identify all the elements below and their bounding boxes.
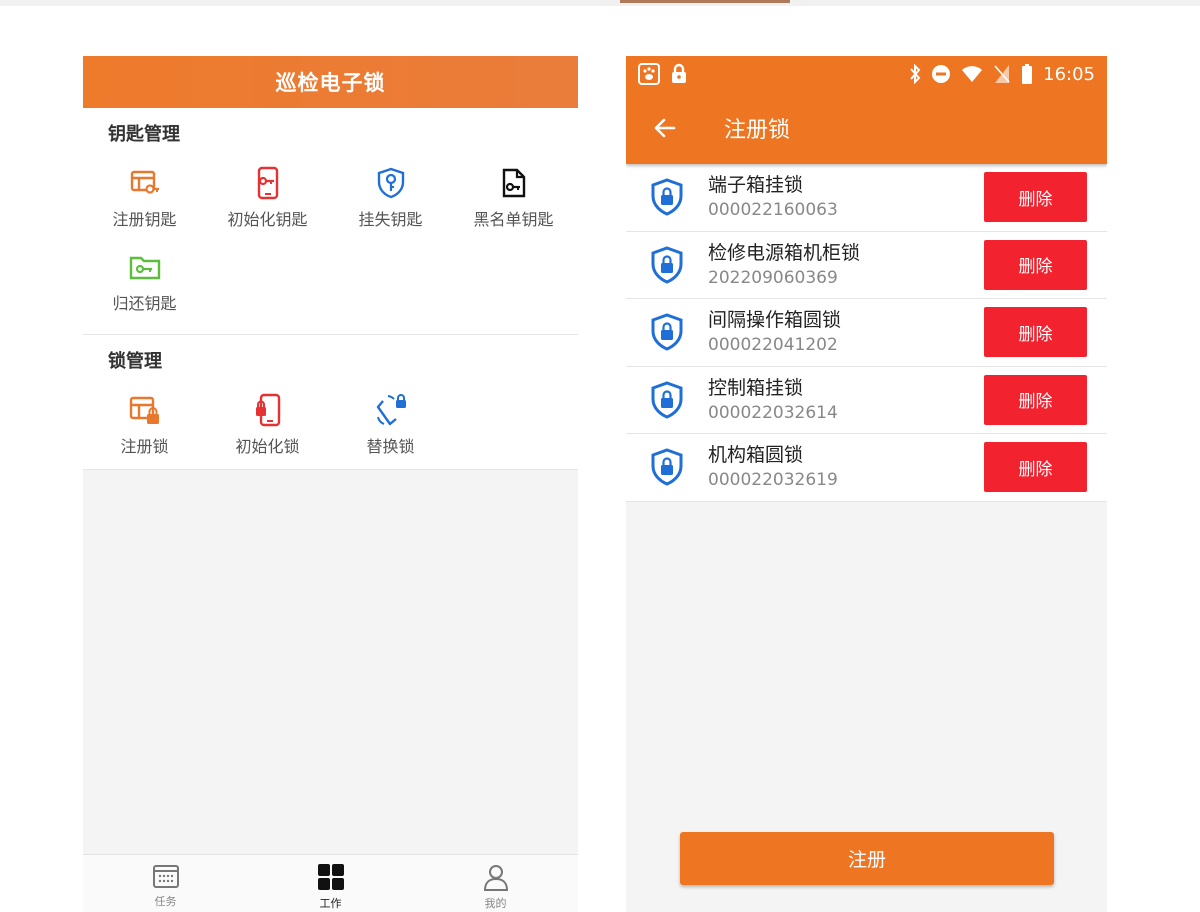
lock-name: 检修电源箱机柜锁 <box>708 241 861 264</box>
do-not-disturb-icon <box>932 65 951 83</box>
lock-status-icon <box>672 63 686 83</box>
register-button[interactable]: 注册 <box>680 832 1054 885</box>
tab-mine-label: 我的 <box>484 897 507 910</box>
section-title-keys: 钥匙管理 <box>108 124 180 145</box>
shield-lock-icon <box>651 448 683 486</box>
register-lock-screen: 16:05 注册锁 端子箱挂锁 000022160063 删除 检修电源箱机柜锁… <box>626 56 1107 912</box>
app-header: 巡检电子锁 <box>83 56 578 108</box>
list-item: 端子箱挂锁 000022160063 删除 <box>626 164 1107 232</box>
user-icon <box>483 865 508 891</box>
lock-name: 端子箱挂锁 <box>708 174 804 197</box>
register-key-icon <box>128 166 162 200</box>
arrow-left-icon <box>654 118 676 138</box>
section-divider <box>83 469 578 470</box>
blacklist-key-icon <box>497 166 531 200</box>
register-lock-item[interactable]: 注册锁 <box>83 385 206 469</box>
return-key-label: 归还钥匙 <box>112 294 177 313</box>
lock-code: 202209060369 <box>708 267 838 288</box>
lock-name: 控制箱挂锁 <box>708 376 804 399</box>
replace-lock-item[interactable]: 替换锁 <box>329 385 452 469</box>
lock-grid: 注册锁 初始化锁 替换锁 <box>83 385 578 469</box>
delete-button[interactable]: 删除 <box>984 442 1087 493</box>
calendar-icon <box>152 865 179 888</box>
section-title-locks: 锁管理 <box>108 351 162 372</box>
battery-icon <box>1022 64 1033 84</box>
init-key-icon <box>251 166 285 200</box>
blacklist-key-item[interactable]: 黑名单钥匙 <box>452 158 575 242</box>
register-key-label: 注册钥匙 <box>112 210 177 229</box>
app-title: 巡检电子锁 <box>275 71 386 95</box>
return-key-icon <box>128 250 162 284</box>
list-item: 控制箱挂锁 000022032614 删除 <box>626 367 1107 434</box>
register-lock-icon <box>128 393 162 427</box>
list-item: 间隔操作箱圆锁 000022041202 删除 <box>626 299 1107 367</box>
lock-info: 机构箱圆锁 000022032619 <box>708 442 984 492</box>
tab-tasks[interactable]: 任务 <box>83 855 248 912</box>
lock-code: 000022032614 <box>708 402 838 423</box>
shield-lock-icon <box>651 313 683 351</box>
shield-lock-icon <box>651 381 683 419</box>
bottom-tabbar: 任务 工作 我的 <box>83 854 578 912</box>
bluetooth-icon <box>910 64 921 84</box>
init-key-item[interactable]: 初始化钥匙 <box>206 158 329 242</box>
tab-work[interactable]: 工作 <box>248 855 413 912</box>
init-key-label: 初始化钥匙 <box>227 210 308 229</box>
status-bar: 16:05 <box>626 56 1107 92</box>
status-time: 16:05 <box>1043 63 1095 85</box>
init-lock-icon <box>251 393 285 427</box>
list-item: 检修电源箱机柜锁 202209060369 删除 <box>626 232 1107 299</box>
blacklist-key-label: 黑名单钥匙 <box>473 210 554 229</box>
top-accent <box>620 0 790 3</box>
tab-tasks-label: 任务 <box>154 895 177 908</box>
lock-info: 控制箱挂锁 000022032614 <box>708 375 984 425</box>
back-button[interactable] <box>636 99 694 157</box>
report-lost-key-label: 挂失钥匙 <box>358 210 423 229</box>
grid-icon <box>317 864 344 890</box>
tab-mine[interactable]: 我的 <box>413 855 578 912</box>
delete-button[interactable]: 删除 <box>984 307 1087 358</box>
register-lock-label: 注册锁 <box>120 437 169 456</box>
replace-lock-label: 替换锁 <box>366 437 415 456</box>
register-key-item[interactable]: 注册钥匙 <box>83 158 206 242</box>
lock-name: 机构箱圆锁 <box>708 444 804 467</box>
lock-info: 端子箱挂锁 000022160063 <box>708 172 984 222</box>
init-lock-item[interactable]: 初始化锁 <box>206 385 329 469</box>
key-management-panel: 钥匙管理 注册钥匙 初始化钥匙 挂失钥匙 黑名单钥匙 归还钥匙 锁管理 注册锁 … <box>83 108 578 470</box>
return-key-item[interactable]: 归还钥匙 <box>83 242 206 326</box>
report-lost-key-item[interactable]: 挂失钥匙 <box>329 158 452 242</box>
lock-code: 000022041202 <box>708 335 838 356</box>
register-lock-header: 16:05 注册锁 <box>626 56 1107 164</box>
key-grid: 注册钥匙 初始化钥匙 挂失钥匙 黑名单钥匙 归还钥匙 <box>83 158 578 326</box>
delete-button[interactable]: 删除 <box>984 374 1087 425</box>
page-title: 注册锁 <box>724 118 791 143</box>
shield-lock-icon <box>651 246 683 284</box>
lock-list: 端子箱挂锁 000022160063 删除 检修电源箱机柜锁 202209060… <box>626 164 1107 502</box>
work-screen: 巡检电子锁 钥匙管理 注册钥匙 初始化钥匙 挂失钥匙 黑名单钥匙 归还钥匙 锁管… <box>83 56 578 912</box>
report-lost-key-icon <box>374 166 408 200</box>
shield-lock-icon <box>651 178 683 216</box>
lock-name: 间隔操作箱圆锁 <box>708 309 842 332</box>
lock-info: 间隔操作箱圆锁 000022041202 <box>708 307 984 357</box>
replace-lock-icon <box>374 393 408 427</box>
lock-code: 000022160063 <box>708 200 838 221</box>
init-lock-label: 初始化锁 <box>235 437 300 456</box>
no-sim-icon <box>994 65 1010 83</box>
delete-button[interactable]: 删除 <box>984 239 1087 290</box>
wifi-icon <box>962 66 983 82</box>
top-divider <box>0 0 1200 6</box>
lock-info: 检修电源箱机柜锁 202209060369 <box>708 240 984 290</box>
app-bar: 注册锁 <box>626 92 1107 164</box>
delete-button[interactable]: 删除 <box>984 172 1087 223</box>
lock-code: 000022032619 <box>708 470 838 491</box>
baidu-app-icon <box>638 63 660 85</box>
list-item: 机构箱圆锁 000022032619 删除 <box>626 434 1107 502</box>
tab-work-label: 工作 <box>319 897 342 910</box>
